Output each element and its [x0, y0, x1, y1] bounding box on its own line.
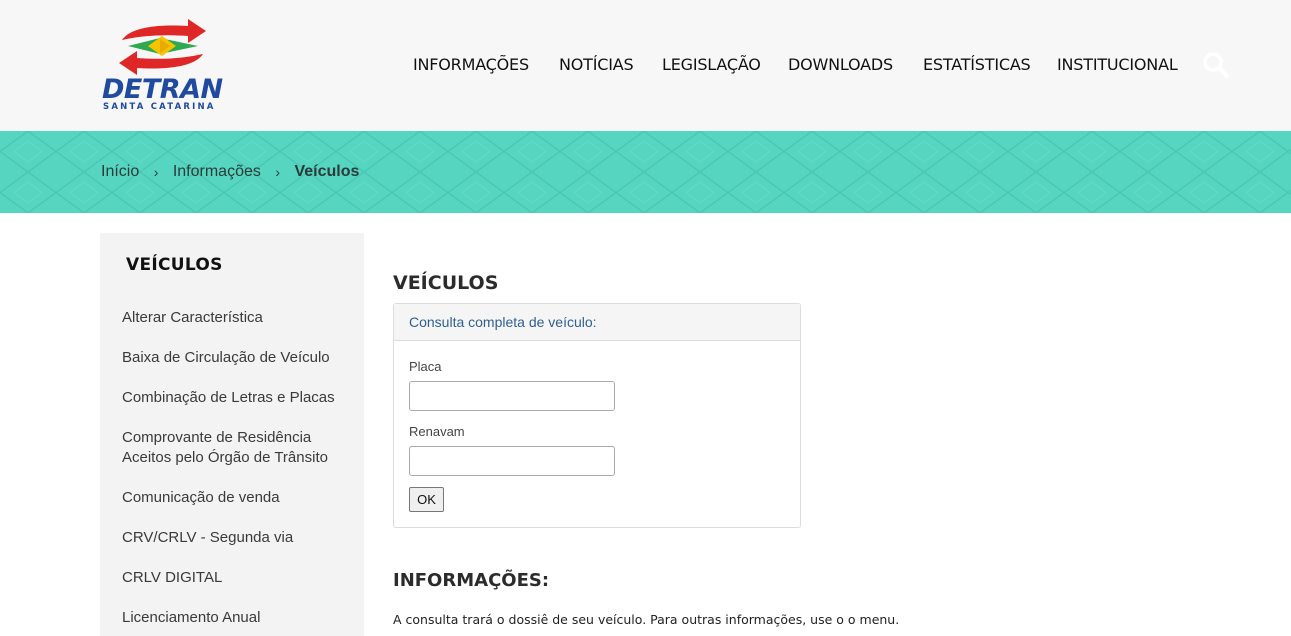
breadcrumb-banner: Início › Informações › Veículos — [0, 131, 1291, 213]
detran-logo-arrows-icon — [119, 19, 206, 75]
site-header: DETRAN SANTA CATARINA INFORMAÇÕES NOTÍCI… — [0, 0, 1291, 131]
info-heading: INFORMAÇÕES: — [393, 570, 550, 591]
sidebar-item-baixa-circulacao[interactable]: Baixa de Circulação de Veículo — [122, 348, 352, 368]
plate-label: Placa — [409, 359, 442, 374]
nav-institucional[interactable]: INSTITUCIONAL — [1057, 55, 1178, 74]
plate-input[interactable] — [409, 381, 615, 411]
info-text: A consulta trará o dossiê de seu veículo… — [393, 612, 900, 627]
breadcrumb-home[interactable]: Início — [101, 163, 139, 181]
panel-heading: Consulta completa de veículo: — [394, 304, 800, 341]
logo-wordmark: DETRAN — [102, 74, 223, 105]
ok-button[interactable]: OK — [409, 487, 444, 512]
nav-downloads[interactable]: DOWNLOADS — [788, 55, 893, 74]
renavam-label: Renavam — [409, 424, 465, 439]
sidebar-item-alterar-caracteristica[interactable]: Alterar Característica — [122, 308, 352, 328]
breadcrumb-informacoes[interactable]: Informações — [173, 163, 261, 181]
sidebar-item-licenciamento-anual[interactable]: Licenciamento Anual — [122, 608, 352, 628]
sidebar-item-comprovante-residencia[interactable]: Comprovante de Residência Aceitos pelo Ó… — [122, 428, 352, 468]
sidebar: VEÍCULOS Alterar Característica Baixa de… — [100, 233, 364, 636]
breadcrumb-current: Veículos — [294, 163, 360, 180]
search-icon[interactable] — [1201, 50, 1231, 80]
vehicle-lookup-panel: Consulta completa de veículo: Placa Rena… — [393, 303, 801, 528]
detran-logo[interactable]: DETRAN SANTA CATARINA — [100, 18, 225, 112]
sidebar-item-combinacao-placas[interactable]: Combinação de Letras e Placas — [122, 388, 352, 408]
logo-subtitle: SANTA CATARINA — [103, 102, 216, 112]
nav-noticias[interactable]: NOTÍCIAS — [559, 55, 634, 74]
sidebar-item-comunicacao-venda[interactable]: Comunicação de venda — [122, 488, 352, 508]
breadcrumb: Início › Informações › Veículos — [101, 163, 359, 181]
nav-informacoes[interactable]: INFORMAÇÕES — [413, 55, 529, 74]
sidebar-title: VEÍCULOS — [126, 255, 223, 275]
sidebar-item-crlv-digital[interactable]: CRLV DIGITAL — [122, 568, 352, 588]
nav-legislacao[interactable]: LEGISLAÇÃO — [662, 55, 761, 74]
chevron-right-icon: › — [275, 164, 280, 180]
sidebar-item-crv-segunda-via[interactable]: CRV/CRLV - Segunda via — [122, 528, 352, 548]
chevron-right-icon: › — [153, 164, 159, 180]
renavam-input[interactable] — [409, 446, 615, 476]
nav-estatisticas[interactable]: ESTATÍSTICAS — [923, 55, 1031, 74]
page-title: VEÍCULOS — [393, 272, 499, 294]
